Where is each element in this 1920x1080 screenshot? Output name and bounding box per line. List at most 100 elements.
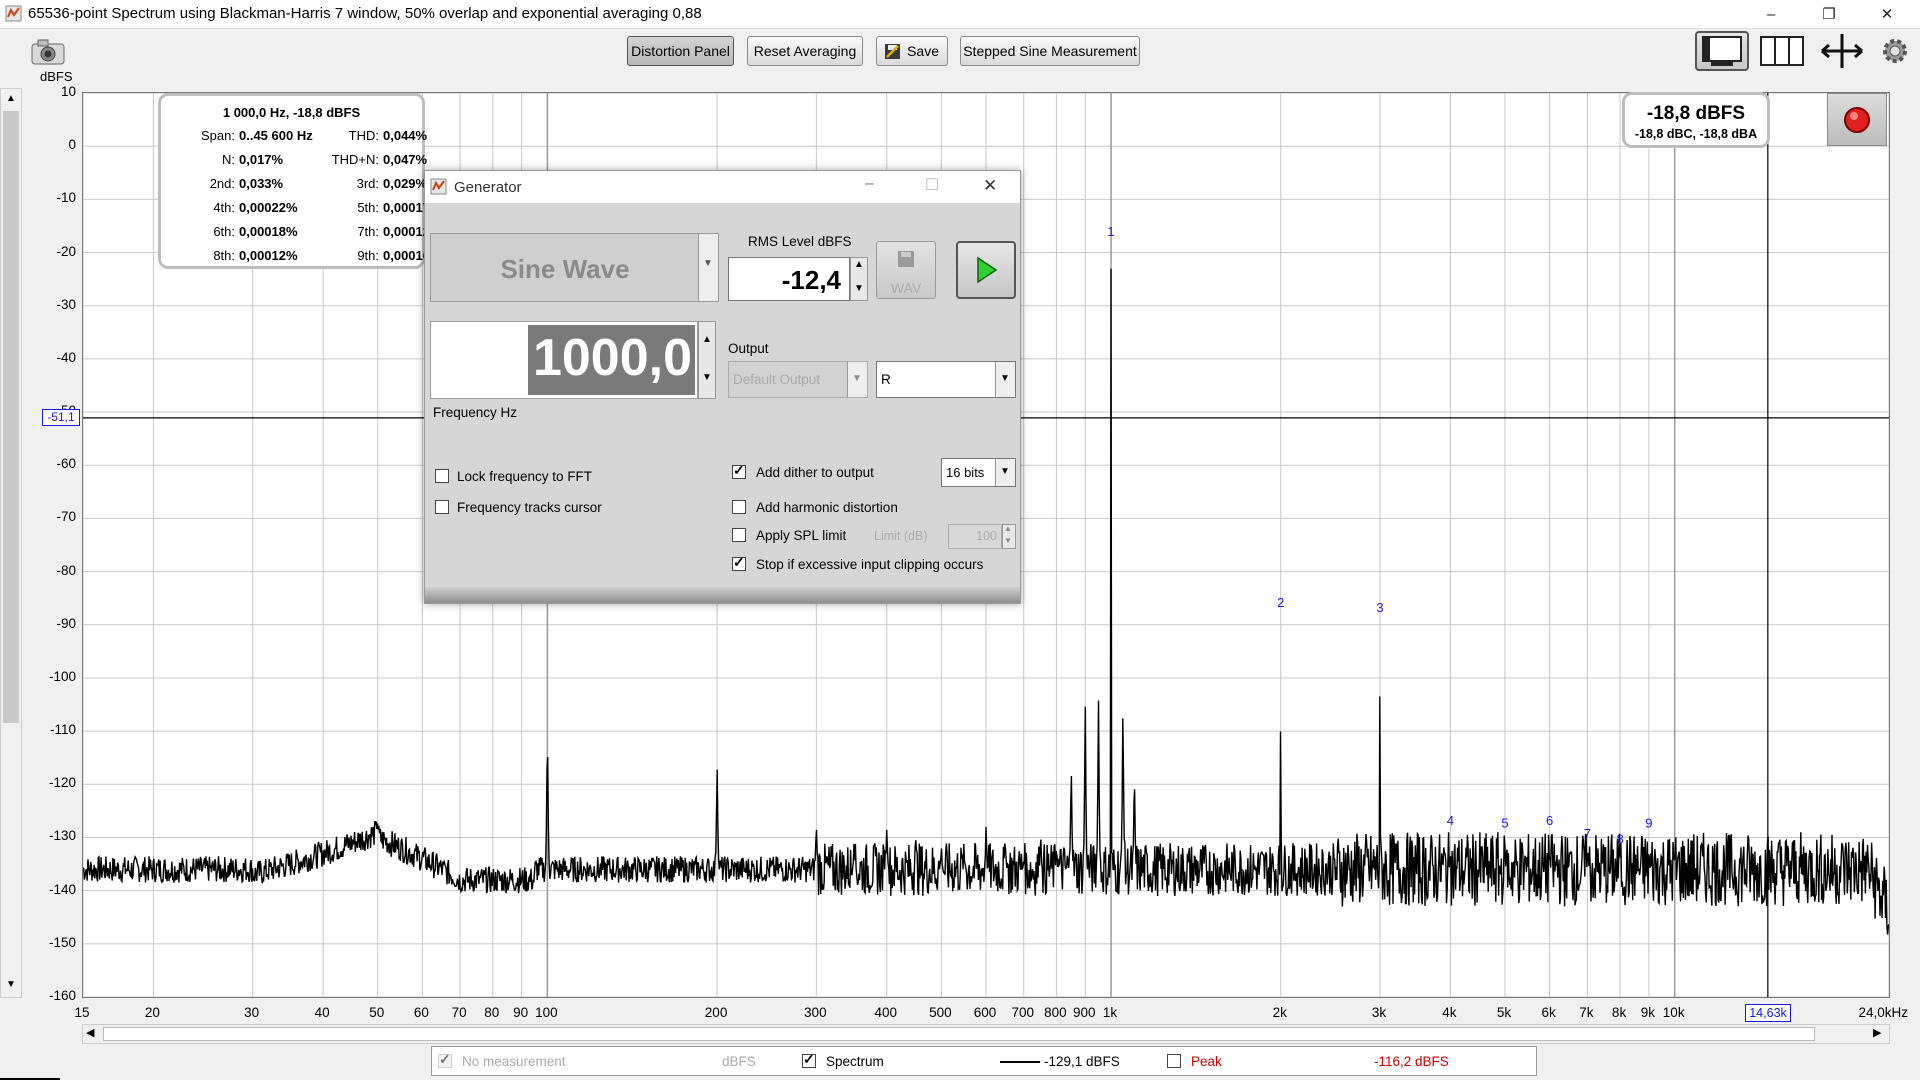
limit-input[interactable]: 100 (948, 524, 1002, 549)
rms-label: RMS Level dBFS (748, 234, 852, 249)
generator-dialog: Generator – ☐ ✕ Sine Wave ▼ RMS Level dB… (424, 170, 1021, 604)
harmonic-marker-label: 2 (1277, 595, 1284, 610)
stepped-sine-button[interactable]: Stepped Sine Measurement (960, 36, 1140, 66)
x-tick-label: 40 (314, 1005, 330, 1020)
dither-bits-value: 16 bits (946, 465, 985, 480)
harmonic-marker-label: 4 (1447, 813, 1454, 828)
x-tick-label: 80 (484, 1005, 500, 1020)
play-icon (977, 256, 998, 284)
limit-stepper[interactable]: ▲ ▼ (1002, 524, 1016, 549)
waveform-select[interactable]: Sine Wave ▼ (430, 233, 719, 302)
harmonic-marker-label: 6 (1546, 813, 1553, 828)
scroll-right-arrow-icon[interactable]: ▶ (1873, 1026, 1881, 1039)
generator-minimize-button[interactable]: – (865, 175, 874, 193)
x-tick-label: 800 (1044, 1005, 1067, 1020)
distortion-value: 0,047% (383, 152, 428, 167)
harmonic-marker-label: 3 (1376, 600, 1383, 615)
dither-bits-select[interactable]: 16 bits ▼ (941, 458, 1016, 487)
add-dither-checkbox[interactable] (732, 462, 746, 479)
distortion-label: 8th: (213, 248, 235, 263)
peak-label: Peak (1191, 1054, 1222, 1069)
reset-averaging-button[interactable]: Reset Averaging (747, 36, 863, 66)
x-tick-label: 60 (413, 1005, 429, 1020)
output-channel-select[interactable]: R ▼ (876, 361, 1016, 398)
play-button[interactable] (956, 241, 1016, 299)
x-tick-label: 2k (1272, 1005, 1287, 1020)
distortion-label: 4th: (213, 200, 235, 215)
output-device-value: Default Output (733, 372, 821, 387)
generator-close-button[interactable]: ✕ (983, 176, 997, 196)
stop-clipping-checkbox[interactable] (732, 554, 746, 571)
wav-button[interactable]: WAV (876, 241, 936, 299)
distortion-label: Span: (201, 128, 235, 143)
peak-checkbox[interactable] (1167, 1054, 1181, 1068)
wav-icon (898, 251, 914, 267)
scroll-down-arrow-icon[interactable]: ▼ (4, 979, 18, 993)
close-button[interactable]: ✕ (1864, 0, 1910, 28)
split-view-icon[interactable] (1760, 34, 1804, 68)
minimize-button[interactable]: – (1748, 0, 1794, 28)
generator-footer (425, 587, 1020, 603)
y-tick-label: -120 (48, 775, 76, 791)
save-label: Save (907, 43, 939, 59)
waveform-dropdown-arrow[interactable]: ▼ (698, 234, 718, 301)
x-tick-label: 1k (1102, 1005, 1118, 1020)
generator-title-bar: Generator – ☐ ✕ (425, 171, 1020, 203)
x-tick-label: 7k (1579, 1005, 1594, 1020)
save-button[interactable]: Save (876, 36, 948, 66)
harmonic-marker-label: 7 (1584, 826, 1591, 841)
y-tick-label: 0 (68, 137, 76, 153)
x-tick-label: 15 (74, 1005, 90, 1020)
layout-icon (1702, 36, 1742, 66)
horizontal-scroll-thumb[interactable] (103, 1027, 1815, 1041)
y-tick-label: -10 (56, 190, 76, 206)
output-device-select[interactable]: Default Output ▼ (728, 361, 868, 398)
no-measurement-checkbox[interactable] (438, 1051, 452, 1068)
maximize-button[interactable]: ❐ (1806, 0, 1852, 28)
apply-spl-label: Apply SPL limit (756, 528, 847, 543)
harmonic-marker-label: 9 (1645, 815, 1652, 830)
frequency-tracks-checkbox[interactable] (435, 500, 449, 514)
y-tick-label: -110 (49, 722, 76, 738)
distortion-label: 9th: (357, 248, 379, 263)
rms-level-input[interactable]: -12,4 (728, 257, 850, 301)
dither-bits-arrow[interactable]: ▼ (995, 459, 1015, 486)
x-tick-label: 9k (1640, 1005, 1656, 1020)
limit-label: Limit (dB) (874, 529, 928, 543)
horizontal-scrollbar[interactable]: ◀ ▶ (82, 1024, 1890, 1044)
frequency-label: Frequency Hz (433, 405, 518, 420)
output-channel-arrow[interactable]: ▼ (995, 362, 1015, 397)
y-tick-label: -20 (56, 243, 76, 259)
cursor-x-label: 14,63k (1745, 1004, 1791, 1022)
y-tick-label: -160 (48, 988, 76, 1003)
legend-bar: No measurement dBFS Spectrum -129,1 dBFS… (431, 1046, 1537, 1076)
layout-toggle-button[interactable] (1695, 31, 1749, 71)
expand-axes-icon[interactable] (1818, 32, 1866, 70)
output-device-arrow[interactable]: ▼ (847, 362, 867, 397)
distortion-panel-button[interactable]: Distortion Panel (627, 36, 734, 66)
stop-clipping-label: Stop if excessive input clipping occurs (756, 557, 984, 572)
add-harmonic-checkbox[interactable] (732, 500, 746, 514)
frequency-stepper[interactable]: ▲ ▼ (698, 321, 716, 399)
spectrum-checkbox[interactable] (802, 1051, 816, 1068)
y-tick-label: -90 (56, 615, 76, 631)
x-tick-label: 90 (513, 1005, 529, 1020)
window-title: 65536-point Spectrum using Blackman-Harr… (28, 5, 702, 22)
harmonic-marker-label: 5 (1501, 815, 1508, 830)
peak-value: -116,2 dBFS (1374, 1054, 1449, 1069)
scroll-left-arrow-icon[interactable]: ◀ (86, 1026, 94, 1039)
x-tick-label: 20 (144, 1005, 160, 1020)
apply-spl-checkbox[interactable] (732, 528, 746, 542)
vertical-scroll-thumb[interactable] (3, 111, 19, 723)
camera-icon[interactable] (30, 38, 66, 66)
generator-maximize-button[interactable]: ☐ (925, 175, 939, 195)
scroll-up-arrow-icon[interactable]: ▲ (4, 93, 18, 107)
rms-level-stepper[interactable]: ▲ ▼ (850, 257, 868, 301)
generator-title: Generator (454, 179, 522, 196)
vertical-scrollbar[interactable]: ▲ ▼ (0, 88, 22, 998)
y-tick-label: -60 (56, 456, 76, 472)
frequency-input[interactable]: 1000,0 (430, 321, 698, 399)
lock-frequency-checkbox[interactable] (435, 469, 449, 483)
record-button[interactable] (1827, 93, 1887, 146)
gear-icon[interactable] (1880, 36, 1910, 66)
